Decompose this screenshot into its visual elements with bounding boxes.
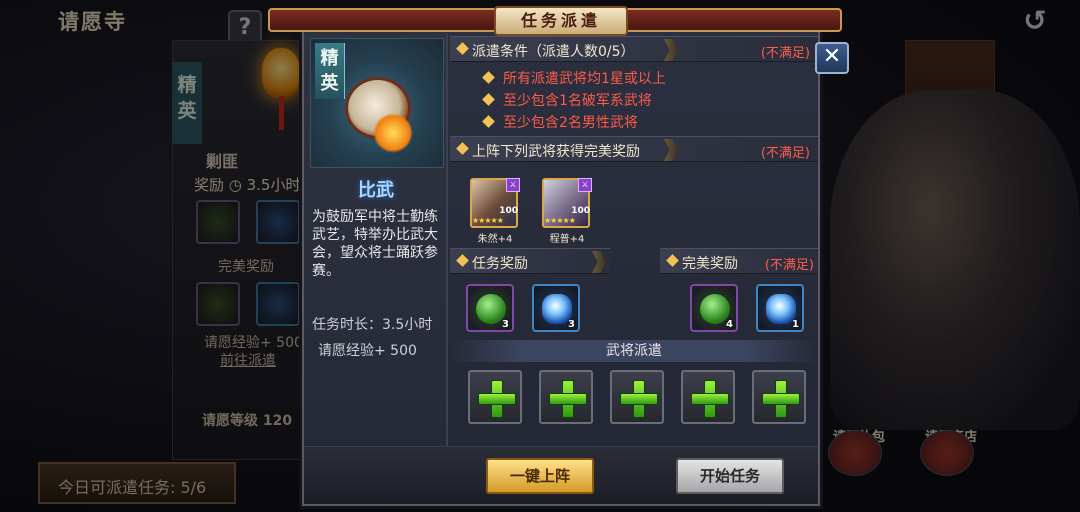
hero-level: 100 bbox=[571, 206, 590, 216]
start-task-button[interactable]: 开始任务 bbox=[676, 458, 784, 494]
scene-title: 请愿寺 bbox=[58, 9, 127, 34]
background-perfect-slot bbox=[256, 282, 300, 326]
condition-text: 所有派遣武将均1星或以上 bbox=[503, 71, 666, 87]
gift-pack-icon bbox=[828, 430, 882, 476]
game-screen: 请愿寺 ? ↺ 精英 剿匪 奖励 ◷ 3.5小时 完美奖励 请愿经验+ 500 … bbox=[0, 0, 1080, 512]
add-hero-slot[interactable] bbox=[681, 370, 735, 424]
shop-button[interactable]: 请愿商店 bbox=[914, 426, 988, 496]
background-exp: 请愿经验+ 500 bbox=[204, 335, 303, 351]
diamond-bullet-icon bbox=[666, 254, 679, 267]
task-reward-item[interactable]: 3 bbox=[466, 284, 514, 332]
plus-icon bbox=[620, 380, 658, 418]
diamond-bullet-icon bbox=[456, 42, 469, 55]
condition-item: 至少包含1名破军系武将 bbox=[482, 90, 652, 110]
hero-name: 朱然+4 bbox=[477, 234, 513, 245]
hero-stars: ★★★★★ bbox=[544, 216, 576, 225]
task-description: 为鼓励军中将士勤练武艺，特举办比武大会，望众将士踊跃参赛。 bbox=[312, 209, 438, 279]
background-level: 请愿等级 120 bbox=[202, 413, 293, 429]
dispatch-label: 武将派遣 bbox=[450, 340, 818, 362]
bonus-hero-card[interactable]: ⚔ 100 ★★★★★ 程普+4 bbox=[542, 178, 592, 245]
task-reward-title: 任务奖励 bbox=[472, 256, 528, 272]
conditions-title: 派遣条件（派遣人数0/5） bbox=[472, 44, 635, 60]
background-reward-slot bbox=[256, 200, 300, 244]
task-reward-header: 任务奖励 bbox=[450, 248, 610, 274]
reward-count: 3 bbox=[568, 319, 575, 330]
diamond-bullet-icon bbox=[456, 254, 469, 267]
elite-tag: 精英 bbox=[315, 43, 345, 99]
back-icon[interactable]: ↺ bbox=[1010, 6, 1060, 36]
add-hero-slot[interactable] bbox=[752, 370, 806, 424]
hero-name: 程普+4 bbox=[549, 234, 585, 245]
conditions-header: 派遣条件（派遣人数0/5） (不满足) bbox=[450, 36, 818, 62]
diamond-bullet-icon bbox=[482, 115, 495, 128]
add-hero-slot[interactable] bbox=[468, 370, 522, 424]
background-perfect-label: 完美奖励 bbox=[218, 259, 274, 275]
background-card-reward: 奖励 ◷ 3.5小时 bbox=[194, 176, 301, 194]
diamond-bullet-icon bbox=[482, 71, 495, 84]
bonus-hero-status: (不满足) bbox=[760, 146, 810, 161]
hero-stars: ★★★★★ bbox=[472, 216, 504, 225]
task-reward-item[interactable]: 3 bbox=[532, 284, 580, 332]
conditions-status: (不满足) bbox=[760, 46, 810, 61]
plus-icon bbox=[549, 380, 587, 418]
background-goto-link[interactable]: 前往派遣 bbox=[220, 350, 276, 370]
lantern-tassel bbox=[279, 96, 284, 130]
task-info-pane: 精英 比武 为鼓励军中将士勤练武艺，特举办比武大会，望众将士踊跃参赛。 任务时长… bbox=[304, 34, 448, 462]
task-duration: 任务时长：3.5小时 bbox=[312, 317, 433, 333]
condition-item: 所有派遣武将均1星或以上 bbox=[482, 68, 666, 88]
lantern-icon bbox=[262, 48, 300, 98]
perfect-reward-item[interactable]: 4 bbox=[690, 284, 738, 332]
bonus-hero-header: 上阵下列武将获得完美奖励 (不满足) bbox=[450, 136, 818, 162]
perfect-reward-item[interactable]: 1 bbox=[756, 284, 804, 332]
bonus-hero-title: 上阵下列武将获得完美奖励 bbox=[472, 144, 640, 160]
add-hero-slot[interactable] bbox=[539, 370, 593, 424]
perfect-reward-status: (不满足) bbox=[764, 258, 814, 273]
hero-level: 100 bbox=[499, 206, 518, 216]
plus-icon bbox=[691, 380, 729, 418]
diamond-bullet-icon bbox=[456, 142, 469, 155]
reward-count: 4 bbox=[726, 319, 733, 330]
hero-class-icon: ⚔ bbox=[578, 178, 592, 192]
diamond-bullet-icon bbox=[482, 93, 495, 106]
background-reward-slot bbox=[196, 200, 240, 244]
reward-count: 1 bbox=[792, 319, 799, 330]
task-exp: 请愿经验+ 500 bbox=[318, 343, 417, 359]
daily-dispatch-counter: 今日可派遣任务: 5/6 bbox=[38, 462, 236, 504]
header-arrow-icon bbox=[592, 251, 606, 273]
condition-item: 至少包含2名男性武将 bbox=[482, 112, 638, 132]
modal-title: 任务派遣 bbox=[494, 6, 628, 36]
perfect-reward-header: 完美奖励 (不满足) bbox=[660, 248, 818, 274]
background-elite-tag: 精英 bbox=[172, 62, 202, 144]
header-arrow-icon bbox=[664, 39, 678, 61]
dispatch-modal: 精英 比武 为鼓励军中将士勤练武艺，特举办比武大会，望众将士踊跃参赛。 任务时长… bbox=[302, 14, 820, 506]
reward-count: 3 bbox=[502, 319, 509, 330]
shop-icon bbox=[920, 430, 974, 476]
task-artwork: 精英 bbox=[310, 38, 444, 168]
add-hero-slot[interactable] bbox=[610, 370, 664, 424]
condition-text: 至少包含2名男性武将 bbox=[503, 115, 638, 131]
background-perfect-slot bbox=[196, 282, 240, 326]
background-card-name: 剿匪 bbox=[206, 152, 239, 171]
header-arrow-icon bbox=[664, 139, 678, 161]
condition-text: 至少包含1名破军系武将 bbox=[503, 93, 652, 109]
gift-pack-button[interactable]: 请愿礼包 bbox=[822, 426, 896, 496]
plus-icon bbox=[478, 380, 516, 418]
task-name: 比武 bbox=[358, 180, 394, 201]
perfect-reward-title: 完美奖励 bbox=[682, 256, 738, 272]
plus-icon bbox=[762, 380, 800, 418]
hero-class-icon: ⚔ bbox=[506, 178, 520, 192]
quick-deploy-button[interactable]: 一键上阵 bbox=[486, 458, 594, 494]
sage-character-art bbox=[830, 90, 1080, 430]
close-button[interactable]: ✕ bbox=[815, 42, 849, 74]
bonus-hero-card[interactable]: ⚔ 100 ★★★★★ 朱然+4 bbox=[470, 178, 520, 245]
